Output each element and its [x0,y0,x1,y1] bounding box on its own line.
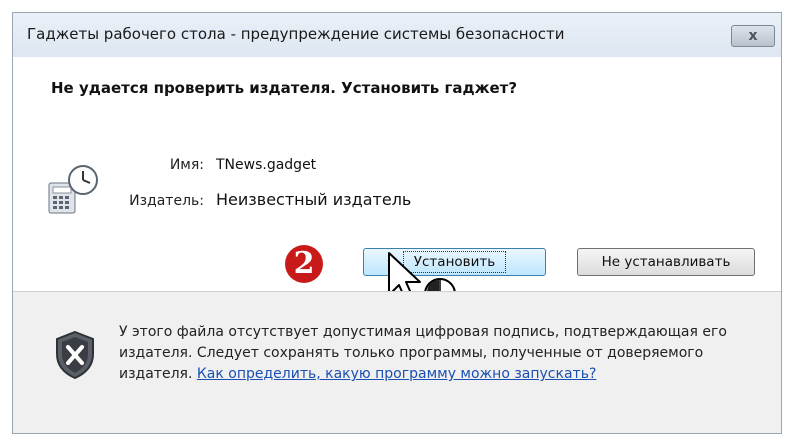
step-number-badge: 2 [285,245,323,283]
publisher-label: Издатель: [129,193,204,209]
close-button[interactable]: x [731,25,775,47]
help-link[interactable]: Как определить, какую программу можно за… [197,366,597,382]
name-label: Имя: [169,157,204,173]
security-shield-warning-icon [56,330,94,380]
install-question: Не удается проверить издателя. Установит… [51,79,518,97]
security-warning-dialog: Гаджеты рабочего стола - предупреждение … [12,12,782,434]
dont-install-button[interactable]: Не устанавливать [577,248,755,276]
security-footer: У этого файла отсутствует допустимая циф… [13,291,781,433]
window-title: Гаджеты рабочего стола - предупреждение … [27,25,565,43]
publisher-value: Неизвестный издатель [216,190,412,209]
gadget-clock-calculator-icon [48,165,98,214]
gadget-name-value: TNews.gadget [216,157,317,173]
title-bar[interactable]: Гаджеты рабочего стола - предупреждение … [13,13,781,57]
security-warning-text: У этого файла отсутствует допустимая циф… [119,322,759,385]
